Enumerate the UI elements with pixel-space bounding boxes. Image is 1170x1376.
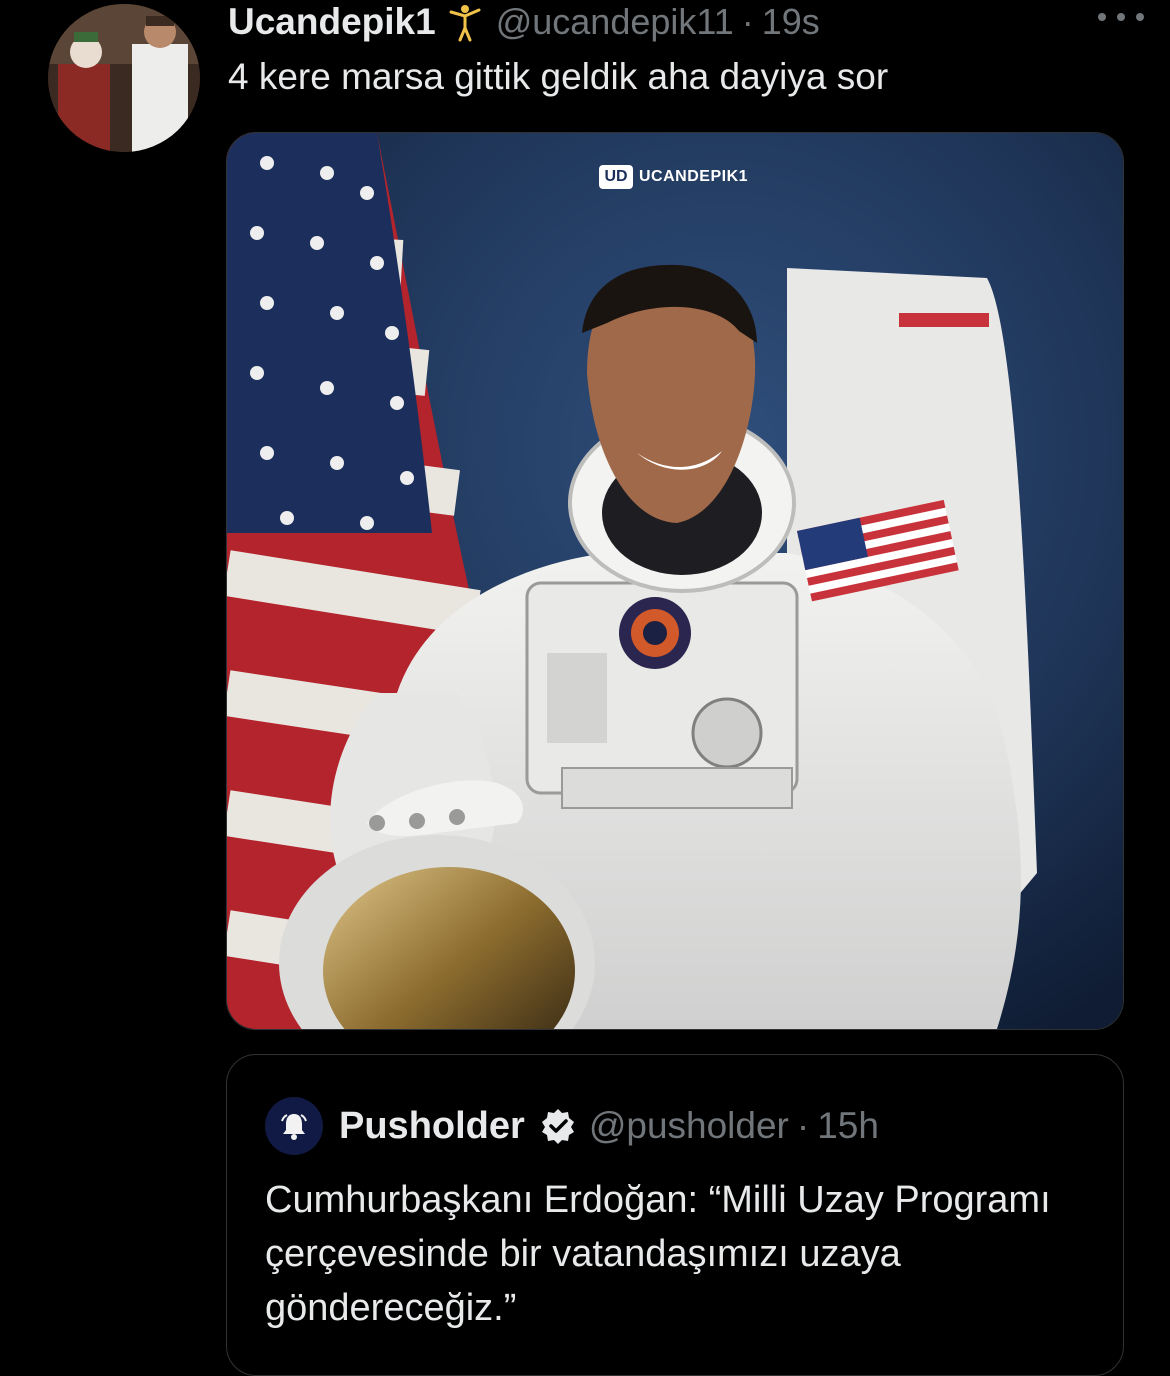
joker-avatar-icon xyxy=(48,4,200,152)
watermark-badge: UD xyxy=(604,168,628,185)
tweet-header: Ucandepik1 @ucandepik11 · 19s xyxy=(228,0,820,50)
astronaut-photo xyxy=(227,133,1123,1029)
separator-dot: · xyxy=(741,1,754,42)
quoted-tweet-header: Pusholder @pusholder · 15h xyxy=(265,1097,879,1155)
more-dot xyxy=(1136,13,1144,21)
quoted-author-handle[interactable]: @pusholder xyxy=(589,1105,789,1147)
tweet-time[interactable]: 19s xyxy=(762,1,820,43)
author-name[interactable]: Ucandepik1 xyxy=(228,1,436,43)
quoted-tweet-text: Cumhurbaşkanı Erdoğan: “Milli Uzay Progr… xyxy=(265,1179,1051,1329)
tweet: Ucandepik1 @ucandepik11 · 19s 4 kere mar… xyxy=(0,0,1170,1376)
more-dot xyxy=(1098,13,1106,21)
verified-badge-icon xyxy=(541,1109,574,1144)
author-avatar[interactable] xyxy=(48,4,200,152)
quoted-tweet-time[interactable]: 15h xyxy=(817,1105,879,1147)
more-dot xyxy=(1117,13,1125,21)
watermark-text: UCANDEPIK1 xyxy=(639,168,749,185)
bell-icon xyxy=(281,1114,307,1140)
more-horizontal-icon[interactable] xyxy=(1098,12,1144,22)
tweet-media[interactable]: UD UCANDEPIK1 xyxy=(226,132,1124,1030)
separator-dot: · xyxy=(796,1105,810,1146)
tweet-text: 4 kere marsa gittik geldik aha dayiya so… xyxy=(228,56,889,97)
quoted-author-avatar[interactable] xyxy=(265,1097,323,1155)
quoted-author-name[interactable]: Pusholder xyxy=(339,1105,525,1148)
media-watermark: UD UCANDEPIK1 xyxy=(599,165,748,189)
acrobat-emoji-icon xyxy=(449,5,481,42)
author-handle[interactable]: @ucandepik11 xyxy=(496,1,734,43)
